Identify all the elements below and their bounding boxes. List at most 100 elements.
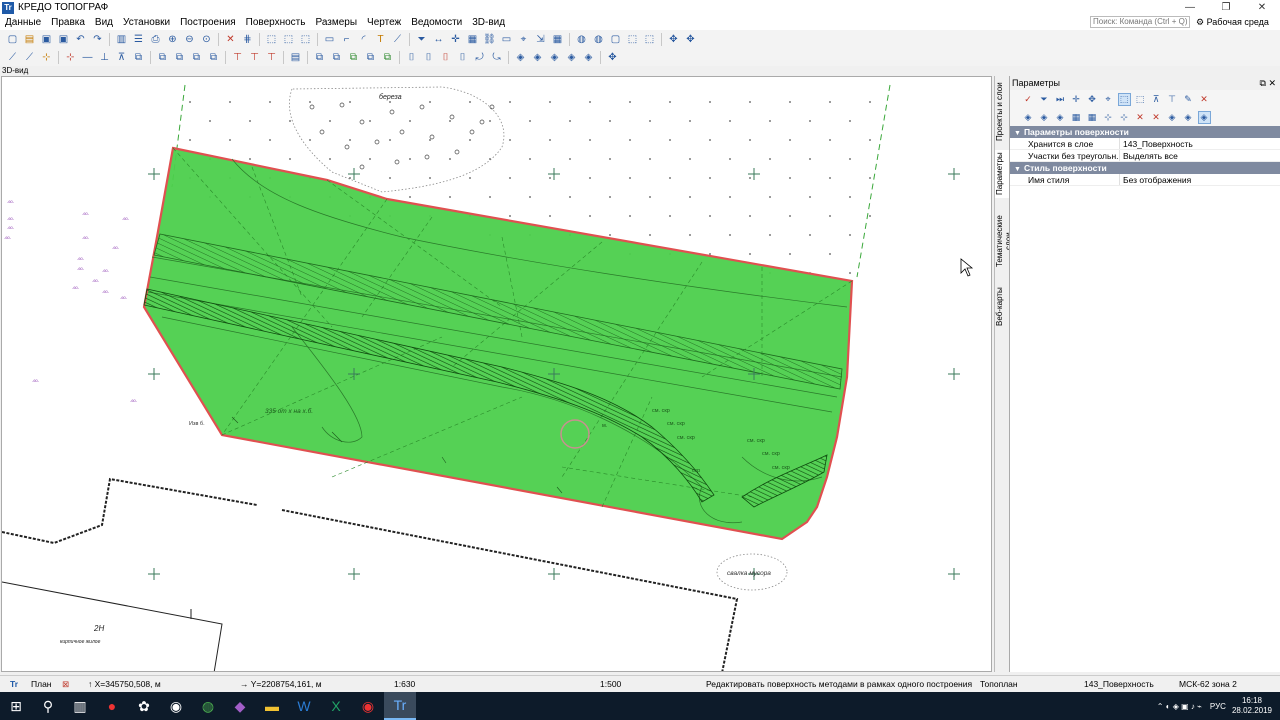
measure-icon[interactable]: ↔ (432, 33, 446, 46)
cross-icon[interactable]: ✛ (449, 33, 463, 46)
surface-tool-11-icon[interactable]: ◈ (1182, 111, 1195, 124)
plan-tab[interactable]: План (31, 676, 52, 693)
move2-icon[interactable]: ✥ (684, 33, 698, 46)
filter-edit-icon[interactable]: ⏷ (1038, 93, 1051, 106)
grid-icon[interactable]: ▦ (551, 33, 565, 46)
panel-header-buttons[interactable]: ⧉ ✕ (1260, 76, 1276, 90)
line-icon[interactable]: — (81, 51, 95, 64)
next-icon[interactable]: ⏭ (1054, 93, 1067, 106)
new-file-icon[interactable]: ▢ (6, 33, 20, 46)
undo-icon[interactable]: ↶ (74, 33, 88, 46)
menu-settings[interactable]: Установки (118, 15, 175, 30)
tab-thematic-layers[interactable]: Тематические слои (995, 206, 1013, 276)
rect-icon[interactable]: ▭ (323, 33, 337, 46)
layer-topo[interactable]: Топоплан (980, 676, 1018, 693)
scale-drawing[interactable]: 1:500 (600, 676, 621, 693)
surface-link-icon[interactable]: ⟋ (23, 51, 37, 64)
prop-row-areas[interactable]: Участки без треугольн... Выделять все (1010, 150, 1280, 162)
corner-icon[interactable]: ⌐ (340, 33, 354, 46)
menu-edit[interactable]: Правка (46, 15, 90, 30)
add-node-icon[interactable]: ✛ (1070, 93, 1083, 106)
picker-icon[interactable]: ✎ (1182, 93, 1195, 106)
menu-dimensions[interactable]: Размеры (310, 15, 362, 30)
surface-tool-6-icon[interactable]: ⊹ (1102, 111, 1115, 124)
surface-tool-7-icon[interactable]: ⊹ (1118, 111, 1131, 124)
credo-icon[interactable]: Tr (384, 692, 416, 720)
command-search-input[interactable]: Поиск: Команда (Ctrl + Q) (1090, 16, 1190, 28)
scale-icon[interactable]: ⇲ (534, 33, 548, 46)
node-icon[interactable]: ⌖ (517, 33, 531, 46)
ruler2-icon[interactable]: ⊤ (248, 51, 262, 64)
prop-row-layer[interactable]: Хранится в слое 143_Поверхность (1010, 138, 1280, 150)
bounds-icon[interactable]: ⬚ (643, 33, 657, 46)
trim-icon[interactable]: ⌷ (422, 51, 436, 64)
add-green2-icon[interactable]: ⧉ (381, 51, 395, 64)
extend-icon[interactable]: ⌷ (439, 51, 453, 64)
window-icon[interactable]: ▢ (609, 33, 623, 46)
cancel-x-icon[interactable]: ✕ (1198, 93, 1211, 106)
save-icon[interactable]: ▣ (40, 33, 54, 46)
select-icon[interactable]: ⬚ (265, 33, 279, 46)
select-edge-icon[interactable]: ⬚ (1117, 92, 1131, 106)
surface-tool-12-icon[interactable]: ◈ (1197, 110, 1211, 124)
filter-icon[interactable]: ⏷ (415, 33, 429, 46)
delete-point-icon[interactable]: ⊹ (64, 51, 78, 64)
tab-web-maps[interactable]: Веб-карты (995, 284, 1010, 329)
region-icon[interactable]: ⬚ (626, 33, 640, 46)
properties-icon[interactable]: ☰ (132, 33, 146, 46)
ruler3-icon[interactable]: ⊤ (265, 51, 279, 64)
copy2-icon[interactable]: ⧉ (364, 51, 378, 64)
surface-tool-5-icon[interactable]: ▦ (1086, 111, 1099, 124)
drop4-icon[interactable]: ◈ (565, 51, 579, 64)
language-indicator[interactable]: РУС (1210, 702, 1226, 711)
minimize-button[interactable]: — (1172, 0, 1208, 15)
maximize-button[interactable]: ❐ (1208, 0, 1244, 15)
select-points-icon[interactable]: ⬚ (299, 33, 313, 46)
select-triangle-icon[interactable]: ⬚ (1134, 93, 1147, 106)
plan-tab-icon[interactable]: Tr (10, 676, 18, 693)
menu-drawing[interactable]: Чертеж (362, 15, 406, 30)
layer-active-icon[interactable]: ⧉ (173, 51, 187, 64)
search-icon[interactable]: ⚲ (32, 692, 64, 720)
workspace-selector[interactable]: ⚙ Рабочая среда (1196, 16, 1269, 29)
break-icon[interactable]: ⊼ (1150, 93, 1163, 106)
map-svg[interactable]: береза см. скрсм. скр см. скр см. скр см… (2, 77, 992, 672)
center-icon[interactable]: ⌖ (1102, 93, 1115, 106)
tab-parameters[interactable]: Параметры (995, 150, 1010, 198)
surface-tool-3-icon[interactable]: ◈ (1054, 111, 1067, 124)
crs-label[interactable]: МСК-62 зона 2 (1179, 676, 1237, 693)
close-plan-icon[interactable]: ⊠ (62, 676, 69, 693)
surface-edit-icon[interactable]: ⟋ (6, 51, 20, 64)
section-icon[interactable]: ▭ (500, 33, 514, 46)
layer-icon[interactable]: ⧉ (156, 51, 170, 64)
drop2-icon[interactable]: ◈ (531, 51, 545, 64)
rotate-icon[interactable]: ⤾ (473, 51, 487, 64)
mirror-icon[interactable]: ⤿ (490, 51, 504, 64)
menu-3d-view[interactable]: 3D-вид (467, 15, 510, 30)
points-icon[interactable]: ⊹ (40, 51, 54, 64)
app-icon[interactable]: ✿ (128, 692, 160, 720)
table2-icon[interactable]: ▤ (289, 51, 303, 64)
snap-icon[interactable]: ✕ (224, 33, 238, 46)
open-folder-icon[interactable]: ▤ (23, 33, 37, 46)
clock[interactable]: 16:18 28.02.2019 (1232, 696, 1272, 716)
ruler-icon[interactable]: ⊤ (231, 51, 245, 64)
menu-data[interactable]: Данные (0, 15, 46, 30)
recorder-icon[interactable]: ◉ (352, 692, 384, 720)
surface-tool-9-icon[interactable]: ✕ (1150, 111, 1163, 124)
prop-row-style-name[interactable]: Имя стиля Без отображения (1010, 174, 1280, 186)
chrome-icon[interactable]: ◍ (192, 692, 224, 720)
offset-icon[interactable]: ⌷ (456, 51, 470, 64)
layer-surface[interactable]: 143_Поверхность (1084, 676, 1154, 693)
elevation-icon[interactable]: ⊼ (115, 51, 129, 64)
polyline-icon[interactable]: ⟋ (391, 33, 405, 46)
tab-projects-layers[interactable]: Проекты и слои (995, 80, 1010, 144)
snap-grid-icon[interactable]: ⋕ (241, 33, 255, 46)
menu-surface[interactable]: Поверхность (241, 15, 311, 30)
surface-tool-2-icon[interactable]: ◈ (1038, 111, 1051, 124)
close-button[interactable]: ✕ (1244, 0, 1280, 15)
text-icon[interactable]: T (374, 33, 388, 46)
merge-icon[interactable]: ⧉ (313, 51, 327, 64)
pan-icon[interactable]: ✥ (606, 51, 620, 64)
surface-tool-10-icon[interactable]: ◈ (1166, 111, 1179, 124)
